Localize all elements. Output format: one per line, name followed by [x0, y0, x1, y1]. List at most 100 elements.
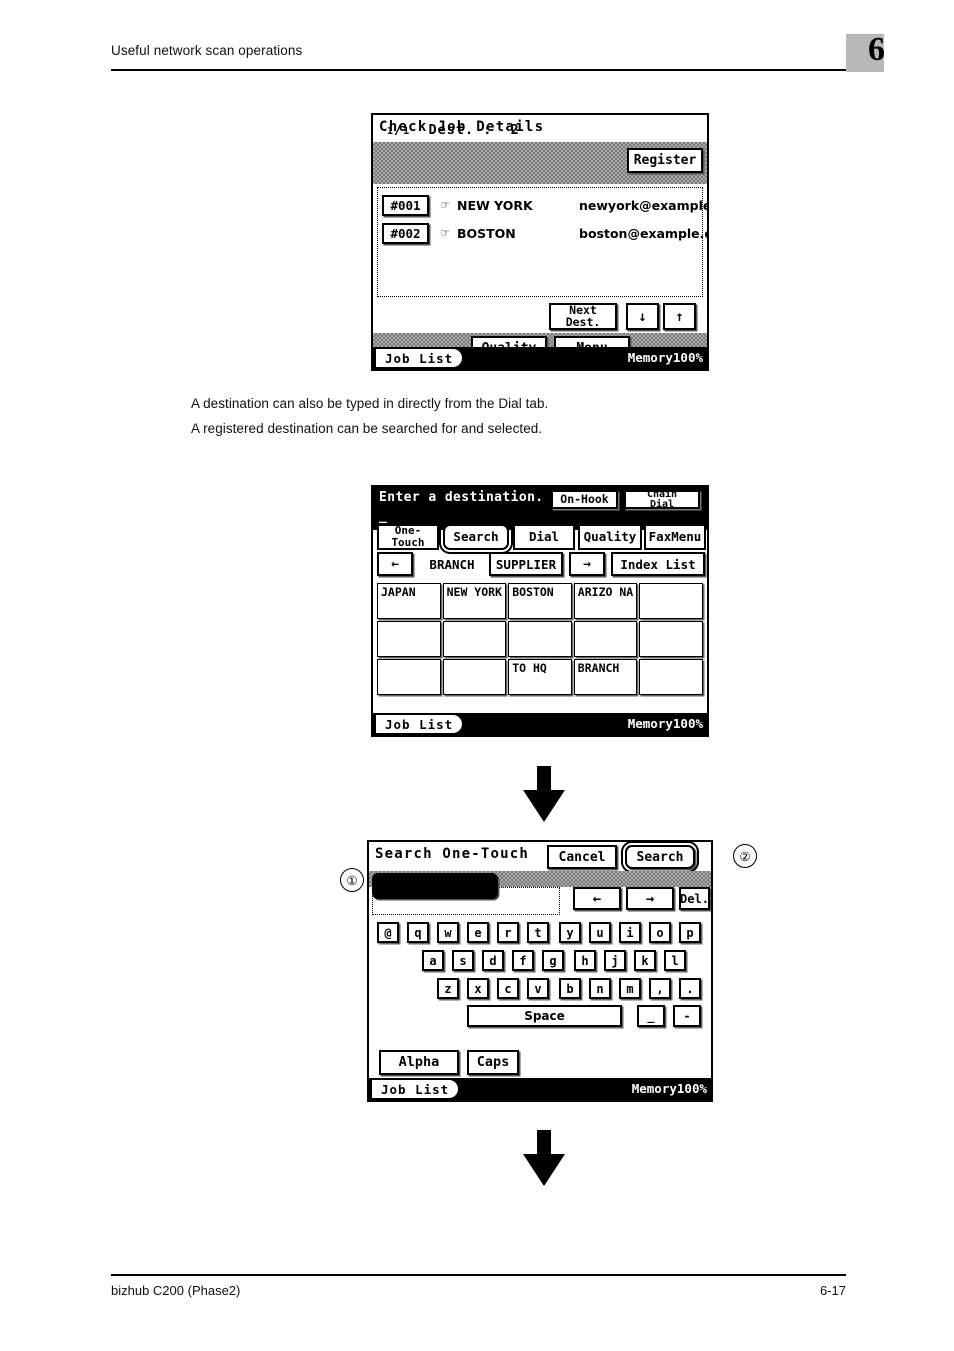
key-b[interactable]: b — [559, 978, 581, 999]
body-paragraph-1: A destination can also be typed in direc… — [191, 396, 549, 411]
key-w[interactable]: w — [437, 922, 459, 943]
key-g[interactable]: g — [542, 950, 564, 971]
index-list-button[interactable]: Index List — [611, 552, 705, 576]
destination-address: newyork@example — [579, 197, 709, 213]
next-dest-line2: Dest. — [565, 314, 601, 329]
destination-name: NEW YORK — [457, 197, 533, 213]
search-input[interactable] — [372, 873, 498, 899]
tab-dial[interactable]: Dial — [513, 524, 575, 550]
search-button[interactable]: Search — [621, 842, 699, 873]
key-y[interactable]: y — [559, 922, 581, 943]
key-hyphen[interactable]: - — [673, 1005, 701, 1027]
key-d[interactable]: d — [482, 950, 504, 971]
key-space[interactable]: Space — [467, 1005, 622, 1027]
header-rule — [111, 69, 846, 71]
index-row: ← BRANCH SUPPLIER → Index List — [373, 552, 707, 578]
key-s[interactable]: s — [452, 950, 474, 971]
footer-rule — [111, 1274, 846, 1276]
key-e[interactable]: e — [467, 922, 489, 943]
cancel-button[interactable]: Cancel — [547, 845, 617, 869]
key-i[interactable]: i — [619, 922, 641, 943]
job-list-button[interactable]: Job List — [376, 715, 463, 733]
destination-row[interactable]: #002 ☞ BOSTON boston@example.c — [382, 221, 707, 245]
key-c[interactable]: c — [497, 978, 519, 999]
register-button[interactable]: Register — [627, 148, 703, 173]
key-l[interactable]: l — [664, 950, 686, 971]
one-touch-key[interactable] — [639, 659, 703, 695]
one-touch-key[interactable]: BRANCH — [573, 659, 638, 695]
scroll-up-icon[interactable]: ↑ — [663, 303, 696, 330]
next-dest-button[interactable]: Next Dest. — [549, 303, 617, 330]
one-touch-key[interactable]: ARIZO NA — [573, 583, 638, 619]
one-touch-key[interactable]: JAPAN — [377, 583, 441, 619]
one-touch-key[interactable] — [442, 659, 507, 695]
key-r[interactable]: r — [497, 922, 519, 943]
tab-one-touch[interactable]: One- Touch — [377, 524, 439, 550]
key-comma[interactable]: , — [649, 978, 671, 999]
key-f[interactable]: f — [512, 950, 534, 971]
key-u[interactable]: u — [589, 922, 611, 943]
one-touch-key[interactable] — [639, 583, 703, 619]
lcd-panel-check-job-details: Check Job Details Register #001 ☞ NEW YO… — [371, 113, 709, 371]
key-j[interactable]: j — [604, 950, 626, 971]
scroll-down-icon[interactable]: ↓ — [626, 303, 659, 330]
lcd-panel-search-one-touch: Search One-Touch Cancel Search ← → Del. … — [367, 840, 713, 1102]
input-caret: _ — [379, 509, 387, 524]
one-touch-key[interactable]: NEW YORK — [442, 583, 507, 619]
status-bar: Job List Memory100% — [373, 347, 707, 369]
key-underscore[interactable]: _ — [637, 1005, 665, 1027]
chain-dial-button[interactable]: Chain Dial — [624, 489, 700, 509]
index-next-arrow-icon[interactable]: → — [569, 552, 605, 576]
tab-faxmenu[interactable]: FaxMenu — [644, 524, 706, 550]
cursor-left-arrow-icon[interactable]: ← — [573, 887, 621, 910]
key-o[interactable]: o — [649, 922, 671, 943]
one-touch-key[interactable] — [639, 621, 703, 657]
key-x[interactable]: x — [467, 978, 489, 999]
one-touch-key[interactable] — [377, 621, 441, 657]
one-touch-key[interactable] — [377, 659, 441, 695]
key-z[interactable]: z — [437, 978, 459, 999]
key-p[interactable]: p — [679, 922, 701, 943]
callout-number-1: ① — [340, 868, 364, 892]
status-bar: Job List Memory100% — [373, 713, 707, 735]
flow-arrow-down-icon — [523, 1130, 565, 1186]
prompt-text: Enter a destination. — [379, 490, 544, 505]
tab-search[interactable]: Search — [439, 520, 513, 554]
job-list-button[interactable]: Job List — [376, 349, 463, 367]
key-t[interactable]: t — [527, 922, 549, 943]
key-n[interactable]: n — [589, 978, 611, 999]
key-v[interactable]: v — [527, 978, 549, 999]
one-touch-key[interactable] — [573, 621, 638, 657]
key-a[interactable]: a — [422, 950, 444, 971]
index-current-label: BRANCH — [429, 556, 475, 572]
key-h[interactable]: h — [574, 950, 596, 971]
key-period[interactable]: . — [679, 978, 701, 999]
page-total: 1 — [403, 126, 411, 137]
index-prev-arrow-icon[interactable]: ← — [377, 552, 413, 576]
tab-quality[interactable]: Quality — [578, 524, 642, 550]
destination-row[interactable]: #001 ☞ NEW YORK newyork@example — [382, 193, 709, 217]
cursor-right-arrow-icon[interactable]: → — [626, 887, 674, 910]
key-m[interactable]: m — [619, 978, 641, 999]
page-counter: 1/1 Dest. : 2 — [387, 122, 520, 138]
one-touch-key[interactable] — [508, 621, 572, 657]
dest-count: 2 — [510, 122, 520, 138]
dest-label: Dest. : — [428, 122, 493, 138]
key-k[interactable]: k — [634, 950, 656, 971]
chapter-number: 6 — [868, 31, 885, 68]
key-at[interactable]: @ — [377, 922, 399, 943]
one-touch-key[interactable]: BOSTON — [508, 583, 572, 619]
index-tab-supplier[interactable]: SUPPLIER — [489, 552, 563, 576]
delete-button[interactable]: Del. — [679, 887, 710, 910]
lcd-panel-enter-destination: Enter a destination. _ On-Hook Chain Dia… — [371, 485, 709, 737]
one-touch-key[interactable] — [442, 621, 507, 657]
on-hook-button[interactable]: On-Hook — [551, 490, 618, 509]
key-q[interactable]: q — [407, 922, 429, 943]
panel-title: Search One-Touch — [375, 846, 530, 862]
status-bar: Job List Memory100% — [369, 1078, 711, 1100]
caps-button[interactable]: Caps — [467, 1050, 519, 1075]
one-touch-key[interactable]: TO HQ — [508, 659, 572, 695]
footer-page-number: 6-17 — [819, 1283, 846, 1298]
alpha-button[interactable]: Alpha — [379, 1050, 459, 1075]
job-list-button[interactable]: Job List — [372, 1080, 459, 1098]
